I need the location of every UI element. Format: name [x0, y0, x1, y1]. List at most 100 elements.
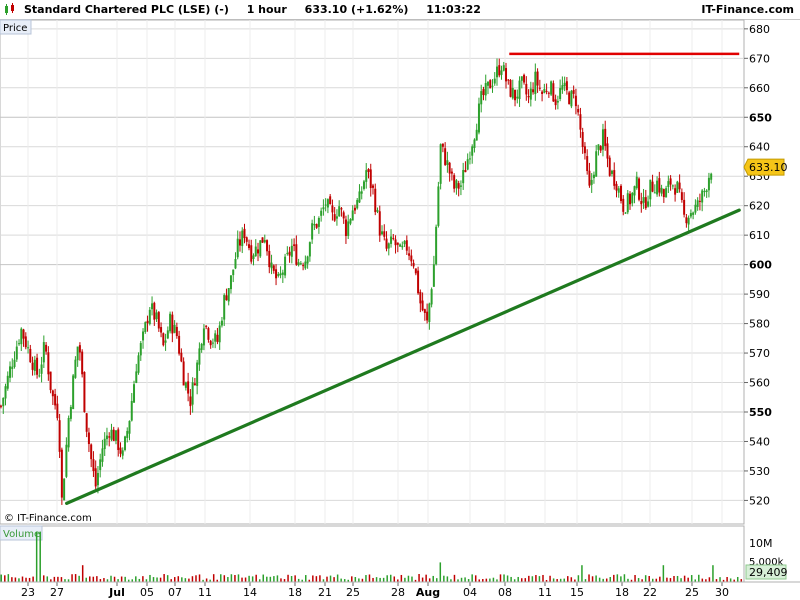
candle-body [178, 335, 181, 354]
candle-body [65, 444, 68, 477]
volume-bar [623, 574, 626, 582]
volume-bar [149, 574, 151, 582]
candle-body [439, 144, 442, 184]
candle-body [302, 265, 305, 267]
volume-bar [591, 576, 594, 582]
candle-body [218, 325, 221, 343]
candle-body [538, 87, 541, 89]
candle-body [164, 340, 167, 343]
candle-body [362, 181, 365, 189]
candle-body [435, 226, 438, 265]
volume-bar [333, 577, 335, 582]
volume-bar [312, 575, 314, 582]
candle-body [464, 169, 467, 173]
candle-body [272, 265, 275, 271]
candle-body [662, 189, 665, 198]
candle-body [385, 238, 388, 249]
candle-body [613, 170, 616, 186]
candle-body [74, 359, 77, 378]
candle-body [601, 129, 604, 150]
volume-bar [113, 576, 116, 582]
candle-body [606, 143, 609, 159]
volume-bar [673, 575, 675, 582]
candle-body [680, 192, 683, 200]
candle-body [545, 90, 548, 92]
candle-body [590, 179, 593, 185]
volume-bar [74, 574, 77, 582]
volume-bar [535, 575, 537, 582]
candle-body [577, 109, 580, 113]
volume-bar [18, 578, 20, 582]
candle-body [243, 228, 246, 239]
volume-bar [382, 577, 385, 582]
volume-bar [290, 576, 293, 582]
candle-body [148, 309, 151, 325]
volume-bar [234, 575, 236, 582]
volume-bar [205, 578, 208, 582]
candle-body [365, 170, 368, 182]
candle-body [466, 159, 469, 170]
volume-bar [315, 576, 318, 582]
volume-bar [676, 575, 679, 582]
volume-bar [266, 576, 268, 582]
candle-body [297, 262, 300, 266]
candle-body [588, 170, 591, 186]
volume-bar [524, 578, 527, 582]
candle-body [396, 242, 399, 245]
candle-body [99, 459, 102, 471]
candle-body [710, 173, 713, 180]
y-tick-label: 530 [749, 465, 770, 478]
candle-body [556, 100, 559, 103]
candle-body [191, 382, 194, 405]
candle-body [480, 91, 483, 105]
volume-bar [39, 531, 41, 582]
candle-body [184, 382, 187, 388]
candle-body [583, 146, 586, 154]
volume-bar [570, 577, 573, 582]
candle-body [665, 188, 668, 198]
candle-body [9, 366, 12, 378]
candle-body [295, 244, 298, 265]
volume-bar [644, 575, 647, 582]
candle-body [502, 65, 505, 71]
x-tick-label: 27 [50, 586, 64, 599]
volume-bar [25, 577, 27, 582]
y-tick-label: 650 [749, 111, 772, 124]
candle-body [707, 177, 710, 191]
candle-body [471, 146, 474, 156]
candle-body [491, 85, 494, 87]
candle-body [175, 326, 178, 337]
candle-body [349, 219, 352, 224]
candle-body [205, 325, 208, 327]
candle-body [326, 199, 329, 208]
x-tick-label: 07 [168, 586, 182, 599]
volume-bar [379, 577, 381, 582]
volume-bar [78, 575, 80, 582]
candle-body [392, 237, 395, 239]
volume-bar [520, 578, 523, 582]
candle-body [198, 348, 201, 365]
candle-body [284, 256, 287, 276]
volume-bar [517, 576, 519, 582]
volume-bar [726, 577, 728, 582]
candle-body [49, 371, 52, 391]
candle-body [63, 478, 66, 501]
candle-body [42, 342, 45, 363]
candle-body [701, 190, 704, 203]
candle-body [286, 252, 289, 254]
candle-body [121, 450, 124, 456]
candle-body [543, 89, 546, 93]
candle-body [81, 351, 84, 375]
candle-body [428, 303, 431, 323]
candle-body [667, 181, 670, 188]
volume-bar [354, 577, 357, 582]
candle-body [412, 262, 415, 267]
volume-bar [418, 574, 420, 582]
y-tick-label: 660 [749, 82, 770, 95]
candle-body [457, 183, 460, 189]
candle-body [135, 371, 138, 383]
candle-body [69, 406, 72, 419]
candle-body [144, 322, 147, 332]
volume-bar [708, 577, 711, 582]
candle-body [333, 214, 336, 221]
